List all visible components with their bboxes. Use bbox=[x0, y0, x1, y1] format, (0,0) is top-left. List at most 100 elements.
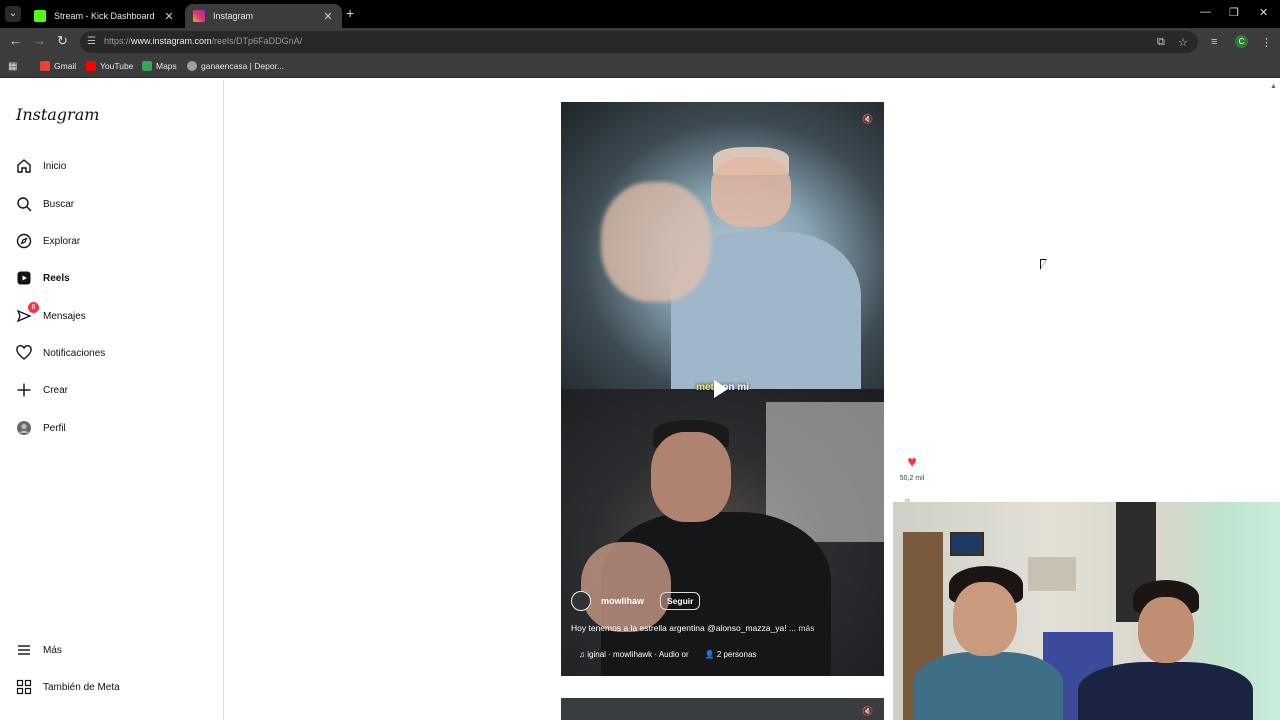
sidebar-item-inicio[interactable]: Inicio bbox=[16, 154, 216, 178]
close-tab-icon[interactable]: ✕ bbox=[163, 10, 175, 23]
next-reel-preview[interactable]: 🔇 bbox=[561, 698, 884, 720]
sidebar-item-buscar[interactable]: Buscar bbox=[16, 192, 216, 216]
audio-muted-icon[interactable]: 🔇 bbox=[861, 704, 875, 718]
reel-video-player[interactable]: 🔇 meticon mi mowlihaw Seguir Hoy tenemos… bbox=[561, 102, 884, 676]
sidebar-item-label: Perfil bbox=[43, 422, 66, 434]
reel-description: Hoy tenemos a la estrella argentina @alo… bbox=[571, 623, 815, 633]
menu-kebab-icon[interactable]: ⋮ bbox=[1261, 36, 1272, 49]
messenger-icon: 8 bbox=[16, 302, 39, 324]
video-subject bbox=[581, 542, 671, 632]
youtube-icon bbox=[86, 61, 96, 71]
restore-icon[interactable]: ❐ bbox=[1229, 6, 1239, 19]
webcam-background bbox=[950, 532, 984, 556]
webcam-background bbox=[1028, 557, 1076, 591]
forward-icon[interactable]: → bbox=[33, 34, 46, 48]
sidebar-item-label: Buscar bbox=[43, 198, 75, 210]
media-controls-icon[interactable]: ≡ bbox=[1211, 36, 1217, 48]
sidebar-item-label: Crear bbox=[43, 384, 69, 396]
new-tab-button[interactable]: + bbox=[346, 6, 354, 20]
instagram-favicon-icon bbox=[193, 10, 205, 22]
bookmarks-bar: ▦ Gmail YouTube Maps ganaencasa | Depor.… bbox=[0, 56, 1280, 78]
sidebar-item-perfil[interactable]: Perfil bbox=[16, 416, 216, 440]
video-subject bbox=[601, 182, 711, 302]
sidebar-item-label: Notificaciones bbox=[43, 347, 106, 359]
maps-icon bbox=[142, 61, 152, 71]
bookmark-gmail[interactable]: Gmail bbox=[40, 61, 76, 71]
bookmark-ganaencasa[interactable]: ganaencasa | Depor... bbox=[187, 61, 284, 71]
instagram-logo[interactable]: Instagram bbox=[16, 105, 99, 124]
mouse-cursor-icon bbox=[1040, 259, 1047, 270]
sidebar-item-explorar[interactable]: Explorar bbox=[16, 229, 216, 253]
back-icon[interactable]: ← bbox=[9, 34, 22, 48]
meta-apps-icon bbox=[16, 679, 32, 695]
sidebar-item-label: Inicio bbox=[43, 160, 67, 172]
tab-instagram[interactable]: Instagram ✕ bbox=[185, 4, 342, 28]
gmail-icon bbox=[40, 61, 50, 71]
scroll-up-arrow-icon[interactable]: ▲ bbox=[1270, 83, 1277, 90]
apps-grid-icon[interactable]: ▦ bbox=[8, 61, 17, 72]
url-text: https://www.instagram.com/reels/DTp6FaDD… bbox=[104, 36, 303, 46]
heart-filled-icon[interactable]: ♥ bbox=[897, 455, 927, 471]
heart-icon bbox=[16, 345, 32, 361]
webcam-person bbox=[1078, 662, 1253, 720]
reel-author-row: mowlihaw Seguir bbox=[571, 591, 701, 611]
tab-title: Instagram bbox=[213, 11, 254, 21]
instagram-sidebar: Instagram Inicio Buscar Explorar Reels 8… bbox=[0, 80, 224, 720]
sidebar-item-crear[interactable]: Crear bbox=[16, 378, 216, 402]
search-icon bbox=[16, 196, 32, 212]
author-avatar[interactable] bbox=[571, 591, 591, 611]
home-icon bbox=[16, 158, 32, 174]
tab-kick-dashboard[interactable]: Stream - Kick Dashboard ✕ bbox=[26, 4, 183, 28]
tab-title: Stream - Kick Dashboard bbox=[54, 11, 155, 21]
kick-favicon-icon bbox=[34, 10, 46, 22]
address-bar[interactable]: ☰ https://www.instagram.com/reels/DTp6Fa… bbox=[80, 31, 1198, 53]
profile-avatar-button[interactable]: C bbox=[1235, 35, 1248, 48]
video-subject bbox=[651, 432, 731, 522]
tagged-people-link[interactable]: 👤 2 personas bbox=[705, 650, 757, 659]
compass-icon bbox=[16, 233, 32, 249]
messages-badge: 8 bbox=[28, 302, 39, 313]
sidebar-item-label: También de Meta bbox=[43, 681, 120, 693]
person-icon: 👤 bbox=[704, 650, 715, 659]
reload-icon[interactable]: ↻ bbox=[57, 34, 68, 48]
audio-muted-icon[interactable]: 🔇 bbox=[861, 112, 875, 126]
close-tab-icon[interactable]: ✕ bbox=[322, 10, 334, 23]
browser-toolbar: ← → ↻ ☰ https://www.instagram.com/reels/… bbox=[0, 28, 1280, 56]
sidebar-item-label: Más bbox=[43, 644, 62, 656]
reel-audio-link[interactable]: ♫ iginal · mowlihawk · Audio or bbox=[579, 650, 689, 659]
site-info-icon[interactable]: ☰ bbox=[87, 36, 96, 47]
avatar-icon bbox=[16, 420, 32, 436]
sidebar-item-reels[interactable]: Reels bbox=[16, 266, 216, 290]
like-action[interactable]: ♥ 50,2 mil bbox=[897, 455, 927, 483]
webcam-person bbox=[913, 652, 1063, 720]
sidebar-item-mensajes[interactable]: 8 Mensajes bbox=[16, 302, 216, 328]
close-window-icon[interactable]: ✕ bbox=[1259, 6, 1268, 19]
reel-meta-row: ♫ iginal · mowlihawk · Audio or 👤 2 pers… bbox=[579, 650, 756, 659]
sidebar-item-label: Mensajes bbox=[43, 310, 86, 322]
follow-button[interactable]: Seguir bbox=[660, 592, 701, 610]
plus-icon bbox=[16, 382, 32, 398]
play-icon[interactable] bbox=[714, 380, 728, 398]
bookmark-maps[interactable]: Maps bbox=[142, 61, 177, 71]
browser-tab-bar: ⌄ Stream - Kick Dashboard ✕ Instagram ✕ … bbox=[0, 0, 1280, 28]
bookmark-star-icon[interactable]: ☆ bbox=[1178, 36, 1188, 49]
sidebar-item-label: Explorar bbox=[43, 235, 81, 247]
sidebar-item-notificaciones[interactable]: Notificaciones bbox=[16, 341, 216, 365]
author-username[interactable]: mowlihaw bbox=[601, 596, 644, 606]
webcam-person bbox=[1138, 597, 1194, 663]
music-note-icon: ♫ bbox=[579, 650, 585, 659]
tab-search-button[interactable]: ⌄ bbox=[5, 6, 21, 22]
globe-icon bbox=[187, 61, 197, 71]
install-app-icon[interactable]: ⧉ bbox=[1157, 36, 1165, 49]
sidebar-item-label: Reels bbox=[43, 272, 70, 284]
reels-icon bbox=[16, 270, 32, 286]
bookmark-youtube[interactable]: YouTube bbox=[86, 61, 133, 71]
sidebar-item-mas[interactable]: Más bbox=[16, 638, 216, 662]
minimize-icon[interactable]: — bbox=[1200, 6, 1211, 18]
sidebar-item-tambien-de-meta[interactable]: También de Meta bbox=[16, 675, 216, 699]
more-link[interactable]: más bbox=[798, 623, 814, 633]
like-count: 50,2 mil bbox=[899, 475, 925, 482]
video-subject bbox=[711, 157, 791, 227]
webcam-person bbox=[953, 582, 1017, 656]
hamburger-menu-icon bbox=[16, 642, 32, 658]
